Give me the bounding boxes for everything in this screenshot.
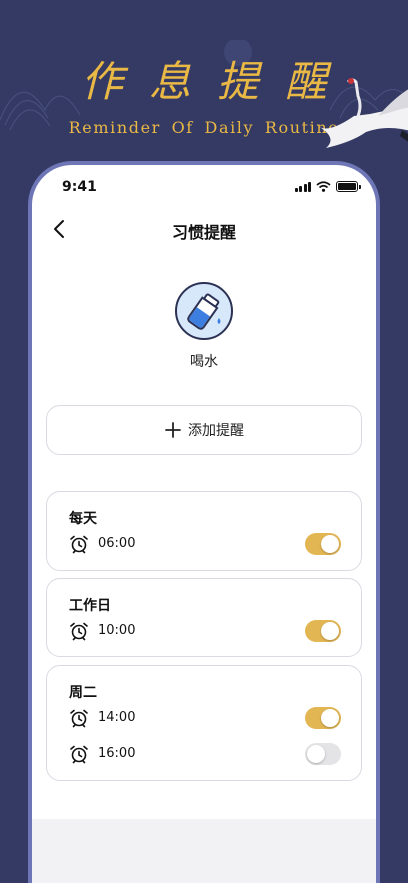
status-icons xyxy=(294,181,361,192)
reminder-card-tuesday: 周二 14:00 16:00 xyxy=(46,665,362,781)
reminder-row: 10:00 xyxy=(47,617,361,647)
reminder-row: 06:00 xyxy=(47,530,361,560)
reminder-card-workday: 工作日 10:00 xyxy=(46,578,362,657)
reminder-card-daily: 每天 06:00 xyxy=(46,491,362,571)
status-time: 9:41 xyxy=(62,179,97,195)
add-reminder-button[interactable]: 添加提醒 xyxy=(46,405,362,455)
card-title: 工作日 xyxy=(69,598,111,614)
nav-bar: 习惯提醒 xyxy=(32,209,376,249)
alarm-clock-icon xyxy=(70,535,88,554)
reminder-toggle[interactable] xyxy=(305,743,341,765)
reminder-row: 14:00 xyxy=(47,704,361,734)
habit-avatar xyxy=(175,282,233,340)
reminder-time: 10:00 xyxy=(98,623,136,638)
phone-frame: 9:41 习惯提醒 喝水 添加提醒 每天 06:00 工作日 10:00 周二 … xyxy=(28,161,380,883)
card-title: 周二 xyxy=(69,685,97,701)
water-bottle-icon xyxy=(187,293,221,330)
status-bar: 9:41 xyxy=(32,165,376,205)
reminder-time: 16:00 xyxy=(98,746,136,761)
reminder-time: 06:00 xyxy=(98,536,136,551)
reminder-toggle[interactable] xyxy=(305,620,341,642)
plus-icon xyxy=(165,422,181,438)
alarm-clock-icon xyxy=(70,745,88,764)
banner: 作息提醒 Reminder Of Daily Routine xyxy=(0,0,408,170)
add-reminder-label: 添加提醒 xyxy=(188,423,244,439)
reminder-row: 16:00 xyxy=(47,740,361,770)
habit-name: 喝水 xyxy=(190,354,218,370)
alarm-clock-icon xyxy=(70,622,88,641)
wifi-icon xyxy=(316,181,331,192)
bottom-area xyxy=(32,819,376,883)
signal-icon xyxy=(294,182,311,192)
battery-icon xyxy=(336,181,361,192)
card-title: 每天 xyxy=(69,511,97,527)
page-title: 习惯提醒 xyxy=(171,223,236,242)
alarm-clock-icon xyxy=(70,709,88,728)
reminder-toggle[interactable] xyxy=(305,707,341,729)
crane-icon xyxy=(318,78,408,148)
reminder-toggle[interactable] xyxy=(305,533,341,555)
reminder-time: 14:00 xyxy=(98,710,136,725)
